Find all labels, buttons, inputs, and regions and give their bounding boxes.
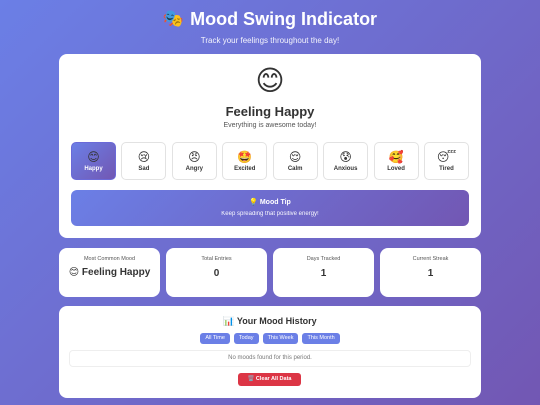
stat-label: Days Tracked — [306, 256, 341, 262]
stats-row: Most Common Mood 😊 Feeling Happy Total E… — [59, 248, 481, 297]
mood-button-excited[interactable]: 🤩 Excited — [222, 142, 268, 180]
mood-button-sad[interactable]: 😢 Sad — [121, 142, 167, 180]
stat-label: Current Streak — [412, 256, 449, 262]
happy-face-icon: 😊 — [87, 150, 100, 164]
mood-button-calm[interactable]: 😌 Calm — [272, 142, 318, 180]
app-header: 🎭 Mood Swing Indicator Track your feelin… — [0, 0, 540, 46]
clear-all-data-button[interactable]: 🗑️ Clear All Data — [238, 373, 301, 386]
filter-this-week-button[interactable]: This Week — [262, 333, 299, 344]
anxious-face-icon: 😰 — [339, 150, 352, 164]
history-filters: All Time Today This Week This Month — [59, 333, 481, 344]
stat-current-streak: Current Streak 1 — [380, 248, 481, 297]
app-subtitle: Track your feelings throughout the day! — [200, 36, 340, 45]
sleeping-face-icon: 😴 — [436, 150, 457, 164]
filter-all-time-button[interactable]: All Time — [200, 333, 230, 344]
theater-masks-icon: 🎭 — [162, 9, 185, 28]
mood-label: Tired — [439, 166, 454, 172]
mood-tip-title: 💡 Mood Tip — [71, 198, 469, 206]
bar-chart-icon: 📊 — [223, 316, 235, 326]
current-mood-emoji-icon: 😊 — [255, 65, 285, 96]
mood-history-title-text: Your Mood History — [236, 316, 317, 326]
app-title: 🎭 Mood Swing Indicator — [0, 8, 540, 30]
stat-label: Most Common Mood — [83, 256, 136, 262]
mood-label: Angry — [185, 166, 204, 172]
mood-label: Loved — [387, 166, 405, 172]
app-title-text: Mood Swing Indicator — [190, 8, 378, 29]
mood-button-angry[interactable]: 😠 Angry — [171, 142, 217, 180]
mood-button-anxious[interactable]: 😰 Anxious — [323, 142, 369, 180]
mood-label: Calm — [287, 166, 303, 172]
filter-this-month-button[interactable]: This Month — [302, 333, 340, 344]
stat-value: 0 — [213, 268, 220, 279]
trash-icon: 🗑️ — [247, 376, 255, 382]
lightbulb-icon: 💡 — [249, 199, 258, 206]
mood-tip-title-text: Mood Tip — [259, 199, 291, 206]
stat-most-common-mood: Most Common Mood 😊 Feeling Happy — [59, 248, 160, 297]
mood-tip-panel: 💡 Mood Tip Keep spreading that positive … — [71, 190, 469, 226]
stat-label: Total Entries — [201, 256, 232, 262]
mood-button-happy[interactable]: 😊 Happy — [71, 142, 116, 180]
mood-history-title: 📊 Your Mood History — [59, 316, 481, 327]
angry-face-icon: 😠 — [188, 150, 201, 164]
relieved-face-icon: 😌 — [288, 150, 302, 164]
mood-history-card: 📊 Your Mood History All Time Today This … — [59, 306, 481, 398]
mood-label: Sad — [138, 166, 150, 172]
mood-label: Excited — [234, 166, 256, 172]
hearts-face-icon: 🥰 — [388, 150, 404, 164]
filter-today-button[interactable]: Today — [233, 333, 259, 344]
stat-value: 1 — [427, 268, 434, 279]
mood-selector: 😊 Happy 😢 Sad 😠 Angry 🤩 Excited 😌 Calm 😰… — [71, 142, 469, 180]
current-mood-description: Everything is awesome today! — [223, 122, 317, 129]
history-empty-message: No moods found for this period. — [69, 350, 471, 367]
current-mood-card: 😊 Feeling Happy Everything is awesome to… — [59, 54, 481, 238]
mood-button-loved[interactable]: 🥰 Loved — [373, 142, 419, 180]
stat-value: 😊 Feeling Happy — [68, 267, 151, 278]
clear-all-data-label: Clear All Data — [255, 376, 292, 382]
mood-label: Happy — [84, 166, 103, 172]
stat-value: 1 — [320, 268, 327, 279]
sad-face-icon: 😢 — [137, 150, 151, 164]
star-struck-face-icon: 🤩 — [237, 150, 253, 164]
mood-tip-text: Keep spreading that positive energy! — [221, 211, 319, 217]
stat-total-entries: Total Entries 0 — [166, 248, 267, 297]
current-mood-title: Feeling Happy — [225, 104, 315, 119]
mood-button-tired[interactable]: 😴 Tired — [423, 142, 469, 180]
mood-label: Anxious — [333, 166, 358, 172]
stat-days-tracked: Days Tracked 1 — [273, 248, 374, 297]
